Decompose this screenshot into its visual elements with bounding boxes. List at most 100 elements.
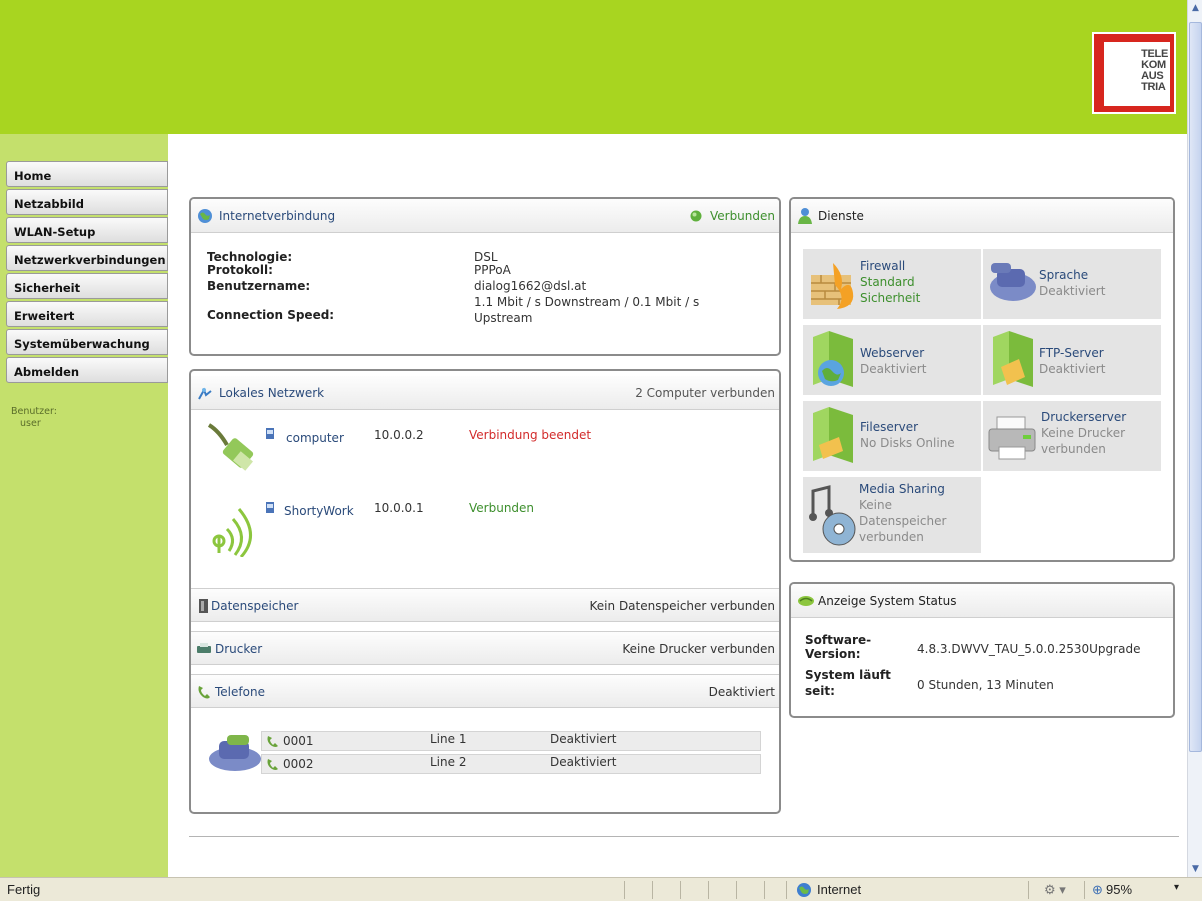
phone-icon <box>267 736 278 747</box>
device-ip-computer: 10.0.0.2 <box>374 428 424 442</box>
webserver-status: Deaktiviert <box>860 362 927 376</box>
device-name-shortywork[interactable]: ShortyWork <box>284 505 354 518</box>
voice-service[interactable]: Sprache Deaktiviert <box>983 249 1161 319</box>
system-status-icon <box>798 596 814 606</box>
fileserver-status: No Disks Online <box>860 436 955 450</box>
local-network-header: Lokales Netzwerk 2 Computer verbunden <box>191 376 779 410</box>
sidebar-item-erweitert[interactable]: Erweitert <box>6 301 168 327</box>
user-service-icon <box>798 208 812 224</box>
media-sharing-status-1: Keine <box>859 498 892 512</box>
fileserver-icon <box>813 407 853 463</box>
phones-status: Deaktiviert <box>708 685 775 699</box>
printer-header: Drucker Keine Drucker verbunden <box>191 631 779 665</box>
user-value: user <box>20 418 41 429</box>
ethernet-cable-icon <box>207 423 254 471</box>
webserver-service[interactable]: Webserver Deaktiviert <box>803 325 981 395</box>
sidebar: Home Netzabbild WLAN-Setup Netzwerkverbi… <box>0 134 168 877</box>
phone-line-status: Deaktiviert <box>550 732 617 746</box>
voice-phone-icon <box>990 263 1036 301</box>
software-version-label-2: Version: <box>805 647 861 661</box>
phones-title[interactable]: Telefone <box>215 685 265 699</box>
system-status-header: Anzeige System Status <box>791 584 1173 618</box>
internet-connection-panel: Internetverbindung Verbunden Technologie… <box>189 197 781 356</box>
services-header: Dienste <box>791 199 1173 233</box>
zoom-level[interactable]: 95% <box>1106 882 1132 897</box>
browser-status-bar: Fertig Internet ⚙ ▾ ⊕ 95% ▾ <box>0 877 1202 901</box>
content-divider <box>189 836 1179 837</box>
printserver-status-1: Keine Drucker <box>1041 426 1126 440</box>
firewall-service[interactable]: Firewall Standard Sicherheit <box>803 249 981 319</box>
firewall-icon <box>811 263 854 309</box>
phone-line: Line 1 <box>430 732 467 746</box>
printer-icon <box>197 643 211 653</box>
wifi-icon <box>212 508 252 557</box>
local-network-title[interactable]: Lokales Netzwerk <box>219 386 324 400</box>
uptime-label-1: System läuft <box>805 668 891 682</box>
media-sharing-service[interactable]: Media Sharing Keine Datenspeicher verbun… <box>803 477 981 553</box>
header-banner: TELE KOM AUS TRIA <box>0 0 1187 134</box>
ftp-service[interactable]: FTP-Server Deaktiviert <box>983 325 1161 395</box>
username-value: dialog1662@dsl.at <box>474 279 587 293</box>
device-name-computer[interactable]: computer <box>286 432 344 445</box>
firewall-name: Firewall <box>860 259 906 273</box>
computer-icon <box>266 502 274 513</box>
phone-line-row[interactable]: 0002 Line 2 Deaktiviert <box>261 754 761 774</box>
telekom-austria-logo: TELE KOM AUS TRIA <box>1092 32 1176 114</box>
zoom-icon: ⊕ <box>1092 882 1103 897</box>
sidebar-item-abmelden[interactable]: Abmelden <box>6 357 168 383</box>
network-icon <box>198 387 212 400</box>
status-ok-icon <box>690 210 702 222</box>
firewall-level-2: Sicherheit <box>860 291 921 305</box>
uptime-label-2: seit: <box>805 684 835 698</box>
phone-line-status: Deaktiviert <box>550 755 617 769</box>
fileserver-service[interactable]: Fileserver No Disks Online <box>803 401 981 471</box>
webserver-icon <box>813 331 853 387</box>
scroll-down-arrow-icon[interactable]: ▼ <box>1188 861 1202 877</box>
printer-status: Keine Drucker verbunden <box>622 642 775 656</box>
printer-title[interactable]: Drucker <box>215 642 262 656</box>
status-text: Fertig <box>7 882 41 897</box>
media-sharing-icon <box>809 485 856 546</box>
storage-title[interactable]: Datenspeicher <box>211 599 298 613</box>
storage-status: Kein Datenspeicher verbunden <box>589 599 775 613</box>
sidebar-item-systemueberwachung[interactable]: Systemüberwachung <box>6 329 168 355</box>
services-panel: Dienste Firewall Standard Sicherheit Spr… <box>789 197 1175 562</box>
sidebar-item-netzwerkverbindungen[interactable]: Netzwerkverbindungen <box>6 245 168 271</box>
sidebar-item-wlan-setup[interactable]: WLAN-Setup <box>6 217 168 243</box>
printserver-service[interactable]: Druckerserver Keine Drucker verbunden <box>983 401 1161 471</box>
phone-icon <box>198 686 210 699</box>
protected-mode-icon[interactable]: ⚙ ▾ <box>1044 882 1066 898</box>
connection-speed-value-1: 1.1 Mbit / s Downstream / 0.1 Mbit / s <box>474 295 700 309</box>
scroll-up-arrow-icon[interactable]: ▲ <box>1188 0 1202 16</box>
storage-icon <box>199 599 208 613</box>
ftp-status: Deaktiviert <box>1039 362 1106 376</box>
voice-status: Deaktiviert <box>1039 284 1106 298</box>
connection-speed-label: Connection Speed: <box>207 308 335 322</box>
sidebar-item-home[interactable]: Home <box>6 161 168 187</box>
sidebar-item-sicherheit[interactable]: Sicherheit <box>6 273 168 299</box>
scrollbar-thumb[interactable] <box>1189 22 1202 752</box>
software-version-value: 4.8.3.DWVV_TAU_5.0.0.2530Upgrade <box>917 642 1141 656</box>
device-status-computer: Verbindung beendet <box>469 428 592 442</box>
storage-header: Datenspeicher Kein Datenspeicher verbund… <box>191 588 779 622</box>
phone-number: 0001 <box>283 734 314 748</box>
uptime-value: 0 Stunden, 13 Minuten <box>917 678 1054 692</box>
printserver-icon <box>988 416 1036 460</box>
internet-zone-globe-icon <box>797 883 811 897</box>
sidebar-item-netzabbild[interactable]: Netzabbild <box>6 189 168 215</box>
printserver-name: Druckerserver <box>1041 410 1127 424</box>
phone-icon <box>267 759 278 770</box>
zoom-dropdown-icon[interactable]: ▾ <box>1174 882 1179 893</box>
fileserver-name: Fileserver <box>860 420 919 434</box>
internet-connection-title[interactable]: Internetverbindung <box>219 209 335 223</box>
phone-line: Line 2 <box>430 755 467 769</box>
vertical-scrollbar[interactable]: ▲ ▼ <box>1187 0 1202 877</box>
connection-speed-value-2: Upstream <box>474 311 533 325</box>
device-ip-shortywork: 10.0.0.1 <box>374 501 424 515</box>
system-status-panel: Anzeige System Status Software- Version:… <box>789 582 1175 718</box>
ftp-name: FTP-Server <box>1039 346 1104 360</box>
phone-line-row[interactable]: 0001 Line 1 Deaktiviert <box>261 731 761 751</box>
username-label: Benutzername: <box>207 279 311 293</box>
device-status-shortywork: Verbunden <box>469 501 535 515</box>
phone-number: 0002 <box>283 757 314 771</box>
